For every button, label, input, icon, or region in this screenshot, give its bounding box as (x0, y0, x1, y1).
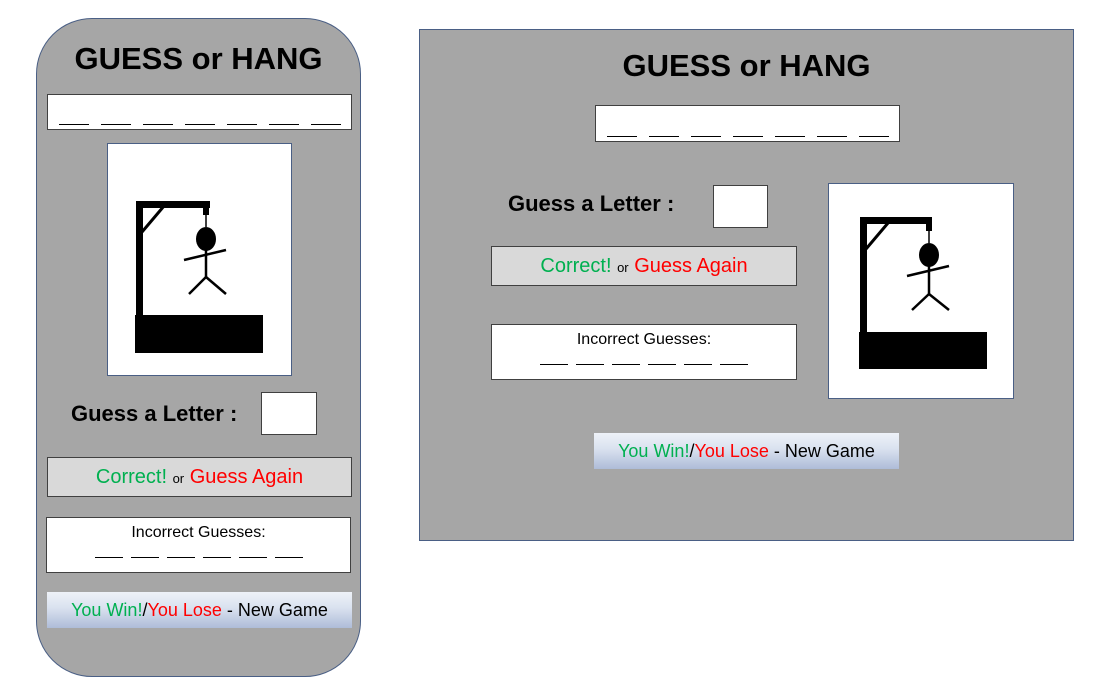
gallows-stick-figure (135, 201, 263, 353)
new-game-button[interactable]: You Win!/You Lose - New Game (47, 592, 352, 628)
desktop-layout-panel: GUESS or HANG Guess a Letter : Correct! … (419, 29, 1074, 541)
feedback-box: Correct! or Guess Again (47, 457, 352, 497)
letter-blank (648, 363, 676, 365)
guess-letter-label: Guess a Letter : (508, 191, 675, 216)
feedback-or: or (617, 260, 629, 275)
letter-blank (774, 135, 805, 137)
letter-blank (226, 123, 257, 125)
letter-blank (130, 556, 159, 558)
game-title: GUESS or HANG (622, 48, 871, 83)
letter-blank (690, 135, 721, 137)
letter-blank (166, 556, 195, 558)
letter-blank (274, 556, 303, 558)
letter-input[interactable] (713, 185, 768, 228)
letter-blank (816, 135, 847, 137)
letter-blank (606, 135, 637, 137)
incorrect-blanks (47, 556, 350, 558)
win-text: You Win! (71, 600, 143, 620)
mobile-layout-panel: GUESS or HANG Guess a Letter : Correct! … (36, 18, 361, 677)
win-text: You Win! (618, 441, 690, 461)
letter-blank (576, 363, 604, 365)
letter-blank (94, 556, 123, 558)
feedback-retry: Guess Again (189, 466, 304, 488)
letter-blank (732, 135, 763, 137)
incorrect-guesses-box: Incorrect Guesses: (491, 324, 797, 380)
feedback-retry: Guess Again (634, 255, 748, 277)
new-game-label: - New Game (221, 600, 328, 620)
letter-blank (648, 135, 679, 137)
lose-text: You Lose (147, 600, 222, 620)
word-blanks-box (595, 105, 900, 142)
incorrect-guesses-box: Incorrect Guesses: (46, 517, 351, 573)
word-blanks-box (47, 94, 352, 130)
feedback-box: Correct! or Guess Again (491, 246, 797, 286)
letter-blank (238, 556, 267, 558)
game-title: GUESS or HANG (74, 41, 323, 76)
letter-blank (142, 123, 173, 125)
letter-blank (100, 123, 131, 125)
feedback-or: or (172, 471, 185, 486)
letter-blank (858, 135, 889, 137)
letter-blank (268, 123, 299, 125)
letter-blank (184, 123, 215, 125)
word-blanks (48, 123, 351, 125)
lose-text: You Lose (694, 441, 769, 461)
new-game-label: - New Game (768, 441, 875, 461)
incorrect-blanks (492, 363, 796, 365)
gallows-stick-figure (859, 217, 987, 369)
guess-letter-label: Guess a Letter : (71, 401, 238, 426)
hangman-drawing (107, 143, 292, 376)
feedback-correct: Correct! (540, 255, 612, 277)
new-game-button[interactable]: You Win!/You Lose - New Game (594, 433, 899, 469)
feedback-correct: Correct! (95, 466, 167, 488)
letter-blank (720, 363, 748, 365)
letter-blank (202, 556, 231, 558)
letter-blank (310, 123, 341, 125)
word-blanks (596, 135, 899, 137)
letter-blank (684, 363, 712, 365)
incorrect-guesses-label: Incorrect Guesses: (131, 524, 266, 541)
letter-blank (540, 363, 568, 365)
hangman-drawing (828, 183, 1014, 399)
letter-input[interactable] (261, 392, 317, 435)
letter-blank (58, 123, 89, 125)
letter-blank (612, 363, 640, 365)
incorrect-guesses-label: Incorrect Guesses: (576, 331, 712, 348)
